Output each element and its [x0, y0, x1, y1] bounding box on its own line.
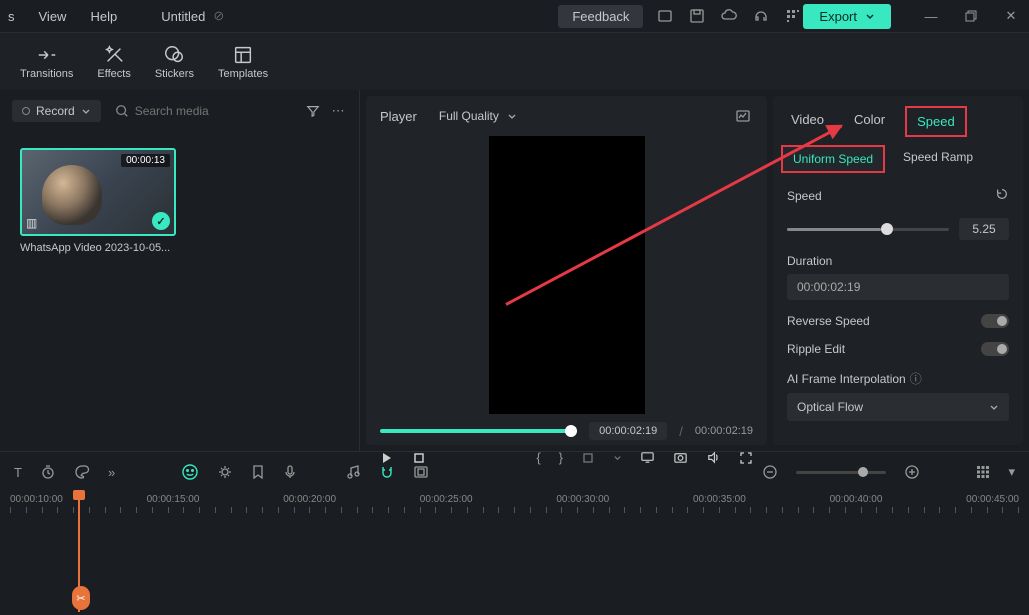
speed-slider[interactable] — [787, 228, 949, 231]
aspect-icon[interactable] — [413, 465, 429, 479]
timeline-ruler[interactable]: 00:00:10:00 00:00:15:00 00:00:20:00 00:0… — [0, 492, 1029, 522]
cloud-icon[interactable] — [719, 6, 739, 26]
player-panel: Player Full Quality 00:00:02:19 / 00:00:… — [366, 96, 767, 445]
duration-input[interactable]: 00:00:02:19 — [787, 274, 1009, 300]
media-name: WhatsApp Video 2023-10-05... — [20, 242, 176, 254]
progress-slider[interactable] — [380, 429, 577, 433]
tab-speed[interactable]: Speed — [905, 106, 967, 137]
quality-select[interactable]: Full Quality — [431, 106, 525, 126]
volume-icon[interactable] — [706, 450, 721, 465]
tab-stickers[interactable]: Stickers — [143, 40, 206, 84]
tab-templates[interactable]: Templates — [206, 40, 280, 84]
close-icon[interactable]: ✕ — [1001, 6, 1021, 26]
ai-interp-label: AI Frame Interpolationⓘ — [787, 370, 1009, 387]
ruler-mark: 00:00:15:00 — [147, 494, 200, 505]
speed-value[interactable]: 5.25 — [959, 218, 1009, 240]
reverse-toggle[interactable] — [981, 314, 1009, 328]
ruler-mark: 00:00:45:00 — [966, 494, 1019, 505]
feedback-button[interactable]: Feedback — [558, 5, 643, 28]
search-icon — [115, 104, 129, 118]
properties-panel: Video Color Speed Uniform Speed Speed Ra… — [773, 96, 1023, 445]
video-viewport[interactable] — [366, 136, 767, 414]
timer-icon[interactable] — [40, 464, 56, 480]
ruler-mark: 00:00:40:00 — [830, 494, 883, 505]
ruler-mark: 00:00:20:00 — [283, 494, 336, 505]
sync-status-icon: ⊘ — [213, 8, 224, 24]
total-time: 00:00:02:19 — [695, 425, 753, 437]
subtab-speed-ramp[interactable]: Speed Ramp — [893, 145, 983, 173]
cut-marker-icon[interactable]: ✂ — [72, 586, 90, 610]
ai-interp-select[interactable]: Optical Flow — [787, 393, 1009, 421]
save-icon[interactable] — [687, 6, 707, 26]
ruler-mark: 00:00:35:00 — [693, 494, 746, 505]
expand-icon[interactable]: » — [108, 465, 115, 480]
music-icon[interactable] — [345, 464, 361, 480]
palette-icon[interactable] — [74, 464, 90, 480]
media-panel: Record ⋯ 00:00:13 ▥ ✓ WhatsApp Video 202… — [0, 90, 360, 451]
ruler-mark: 00:00:10:00 — [10, 494, 63, 505]
text-tool-icon[interactable]: T — [14, 465, 22, 480]
sparkle-icon[interactable] — [217, 464, 233, 480]
record-dot-icon — [22, 107, 30, 115]
current-time: 00:00:02:19 — [589, 422, 667, 440]
zoom-out-icon[interactable] — [762, 464, 778, 480]
mic-icon[interactable] — [283, 464, 297, 480]
project-title: Untitled — [161, 9, 205, 24]
layout-icon[interactable] — [655, 6, 675, 26]
help-icon[interactable]: ⓘ — [910, 372, 922, 386]
mark-in-icon[interactable]: { — [536, 450, 540, 465]
play-icon[interactable] — [380, 451, 394, 465]
grid-view-icon[interactable] — [976, 465, 990, 479]
search-input[interactable] — [135, 104, 290, 118]
reverse-label: Reverse Speed — [787, 314, 870, 328]
mark-out-icon[interactable]: } — [559, 450, 563, 465]
tab-effects[interactable]: Effects — [85, 40, 142, 84]
ruler-mark: 00:00:30:00 — [556, 494, 609, 505]
video-badge-icon: ▥ — [26, 216, 37, 230]
duration-label: Duration — [787, 254, 1009, 268]
qr-icon[interactable] — [783, 6, 803, 26]
fullscreen-icon[interactable] — [739, 451, 753, 465]
ruler-mark: 00:00:25:00 — [420, 494, 473, 505]
crop-icon[interactable] — [581, 451, 595, 465]
check-icon: ✓ — [152, 212, 170, 230]
record-button[interactable]: Record — [12, 100, 101, 122]
maximize-icon[interactable] — [961, 6, 981, 26]
snapshot-icon[interactable] — [673, 450, 688, 465]
magnet-icon[interactable] — [379, 464, 395, 480]
minimize-icon[interactable]: — — [921, 6, 941, 26]
bookmark-icon[interactable] — [251, 464, 265, 480]
waveform-icon[interactable] — [733, 106, 753, 126]
time-separator: / — [679, 424, 683, 439]
filter-icon[interactable] — [304, 101, 322, 121]
zoom-slider[interactable] — [796, 471, 886, 474]
speed-label: Speed — [787, 189, 822, 203]
timeline-tracks[interactable]: ✂ — [0, 522, 1029, 602]
ripple-toggle[interactable] — [981, 342, 1009, 356]
export-button[interactable]: Export — [803, 4, 891, 29]
headphones-icon[interactable] — [751, 6, 771, 26]
ripple-label: Ripple Edit — [787, 342, 845, 356]
view-dropdown-icon[interactable]: ▾ — [1008, 464, 1015, 480]
player-label: Player — [380, 109, 417, 124]
stop-icon[interactable] — [412, 451, 426, 465]
crop-chevron-icon[interactable] — [613, 453, 622, 462]
tab-transitions[interactable]: Transitions — [8, 40, 85, 84]
media-duration: 00:00:13 — [121, 154, 170, 167]
tab-color[interactable]: Color — [844, 106, 895, 137]
display-icon[interactable] — [640, 450, 655, 465]
media-item[interactable]: 00:00:13 ▥ ✓ WhatsApp Video 2023-10-05..… — [20, 148, 176, 254]
ai-face-icon[interactable] — [181, 463, 199, 481]
zoom-in-icon[interactable] — [904, 464, 920, 480]
more-icon[interactable]: ⋯ — [329, 101, 347, 121]
reset-icon[interactable] — [995, 187, 1009, 204]
